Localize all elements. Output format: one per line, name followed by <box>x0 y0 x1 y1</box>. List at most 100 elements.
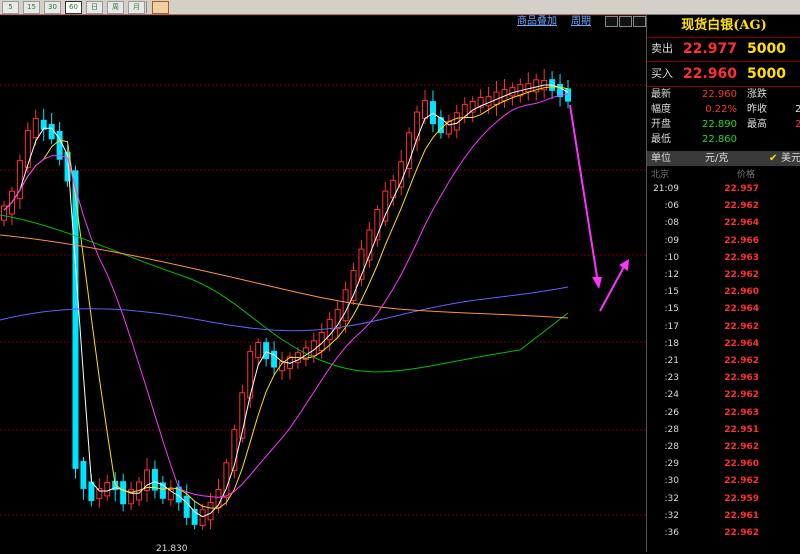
tick-price: 22.951 <box>724 424 759 435</box>
tick-time: 21:09 <box>653 184 679 194</box>
buy-price: 22.960 <box>683 66 738 82</box>
period-button[interactable]: 15 <box>23 1 40 14</box>
tick-row: :32 22.959 <box>647 491 800 508</box>
zoom-out-icon[interactable] <box>605 16 618 27</box>
tick-price: 22.964 <box>724 304 759 315</box>
amplitude-label: 幅度 <box>651 104 671 115</box>
chart-low-label: 21.830 <box>156 544 188 554</box>
overlay-link[interactable]: 商品叠加 <box>517 15 557 28</box>
tick-time: :15 <box>664 304 679 315</box>
candle-body <box>72 170 79 469</box>
cycle-link[interactable]: 周期 <box>571 15 591 28</box>
tick-time: :18 <box>664 338 679 349</box>
restore-icon[interactable] <box>633 16 646 27</box>
tick-price: 22.962 <box>724 321 759 332</box>
sell-price: 22.977 <box>683 41 738 57</box>
tick-row: :26 22.963 <box>647 405 800 422</box>
tick-time: :28 <box>664 442 679 452</box>
candle-body <box>422 100 429 120</box>
candle-body <box>429 101 436 125</box>
tick-row: :24 22.962 <box>647 387 800 404</box>
tick-row: :21 22.962 <box>647 353 800 370</box>
period-button[interactable]: 日 <box>86 1 103 14</box>
candle-body <box>48 124 55 140</box>
sell-row: 卖出 22.977 5000 <box>647 38 800 60</box>
tick-price: 22.962 <box>724 201 759 212</box>
tick-row: 21:09 22.957 <box>647 181 800 198</box>
kline-chart[interactable]: 商品叠加 周期 21.830 <box>0 15 646 554</box>
zoom-in-icon[interactable] <box>619 16 632 27</box>
candle-body <box>255 341 262 359</box>
tick-time: :26 <box>664 407 679 418</box>
tick-row: :28 22.962 <box>647 439 800 456</box>
tick-row: :29 22.960 <box>647 456 800 473</box>
tick-price: 22.960 <box>724 287 759 298</box>
candle-body <box>382 190 389 222</box>
down-arrow-icon <box>569 104 599 284</box>
calendar-icon[interactable] <box>152 1 169 14</box>
period-button[interactable]: 月 <box>128 1 145 14</box>
candle-body <box>96 488 103 500</box>
tick-time: :32 <box>664 510 679 521</box>
candle-body <box>263 342 270 360</box>
open-value: 22.890 <box>702 119 737 130</box>
toolbar-separator <box>146 1 147 13</box>
quote-panel: 现货白银(AG) 卖出 22.977 5000 买入 22.960 5000 最… <box>646 15 800 552</box>
tick-price: 22.962 <box>724 390 759 401</box>
high-label: 最高 <box>747 119 767 130</box>
tick-price: 22.957 <box>724 184 759 194</box>
tick-time: :15 <box>664 287 679 298</box>
currency-label[interactable]: 美元 <box>781 151 800 166</box>
candle-body <box>485 96 492 107</box>
candle-body <box>406 132 413 170</box>
tick-price: 22.961 <box>724 510 759 521</box>
tick-row: :17 22.962 <box>647 319 800 336</box>
candle-body <box>151 469 158 491</box>
tick-time: :24 <box>664 390 679 401</box>
tick-time: :10 <box>664 252 679 263</box>
tick-time: :23 <box>664 373 679 384</box>
unit-label: 单位 <box>651 153 671 164</box>
sell-label: 卖出 <box>651 42 673 55</box>
candle-body <box>414 111 421 141</box>
tick-price: 22.959 <box>724 493 759 504</box>
period-toolbar: 5 15 30 60 日周月 <box>0 0 800 15</box>
tick-header-price: 价格 <box>737 170 756 180</box>
tick-price: 22.963 <box>724 407 759 418</box>
tick-row: :06 22.962 <box>647 198 800 215</box>
tick-header: 北京 价格 <box>647 167 800 181</box>
tick-row: :15 22.960 <box>647 284 800 301</box>
open-label: 开盘 <box>651 119 671 130</box>
check-icon[interactable]: ✔ <box>769 151 777 166</box>
period-button[interactable]: 周 <box>107 1 124 14</box>
tick-row: :23 22.963 <box>647 370 800 387</box>
tick-price: 22.960 <box>724 459 759 470</box>
ma120-line <box>0 286 569 332</box>
tick-time: :32 <box>664 493 679 504</box>
candle-body <box>183 495 190 518</box>
tick-price: 22.963 <box>724 373 759 384</box>
low-value: 22.860 <box>702 134 737 145</box>
tick-row: :12 22.962 <box>647 267 800 284</box>
tick-time: :06 <box>664 201 679 212</box>
buy-row: 买入 22.960 5000 <box>647 63 800 85</box>
tick-time: :29 <box>664 459 679 470</box>
tick-row: :36 22.962 <box>647 525 800 542</box>
tick-price: 22.962 <box>724 528 759 538</box>
tick-price: 22.963 <box>724 252 759 263</box>
period-button[interactable]: 60 <box>65 1 82 14</box>
unit-bar: 单位 元/克 ✔ 美元 <box>647 151 800 166</box>
tick-time: :17 <box>664 321 679 332</box>
candle-body <box>271 350 278 368</box>
period-button[interactable]: 5 <box>2 1 19 14</box>
latest-value: 22.960 <box>702 89 737 100</box>
up-arrow-icon <box>599 262 627 312</box>
candle-body <box>80 461 87 489</box>
period-button[interactable]: 30 <box>44 1 61 14</box>
tick-row: :15 22.964 <box>647 301 800 318</box>
instrument-title: 现货白银(AG) <box>647 15 800 38</box>
candle-body <box>342 289 349 322</box>
tick-price: 22.964 <box>724 338 759 349</box>
tick-price: 22.964 <box>724 218 759 229</box>
buy-label: 买入 <box>651 67 673 80</box>
